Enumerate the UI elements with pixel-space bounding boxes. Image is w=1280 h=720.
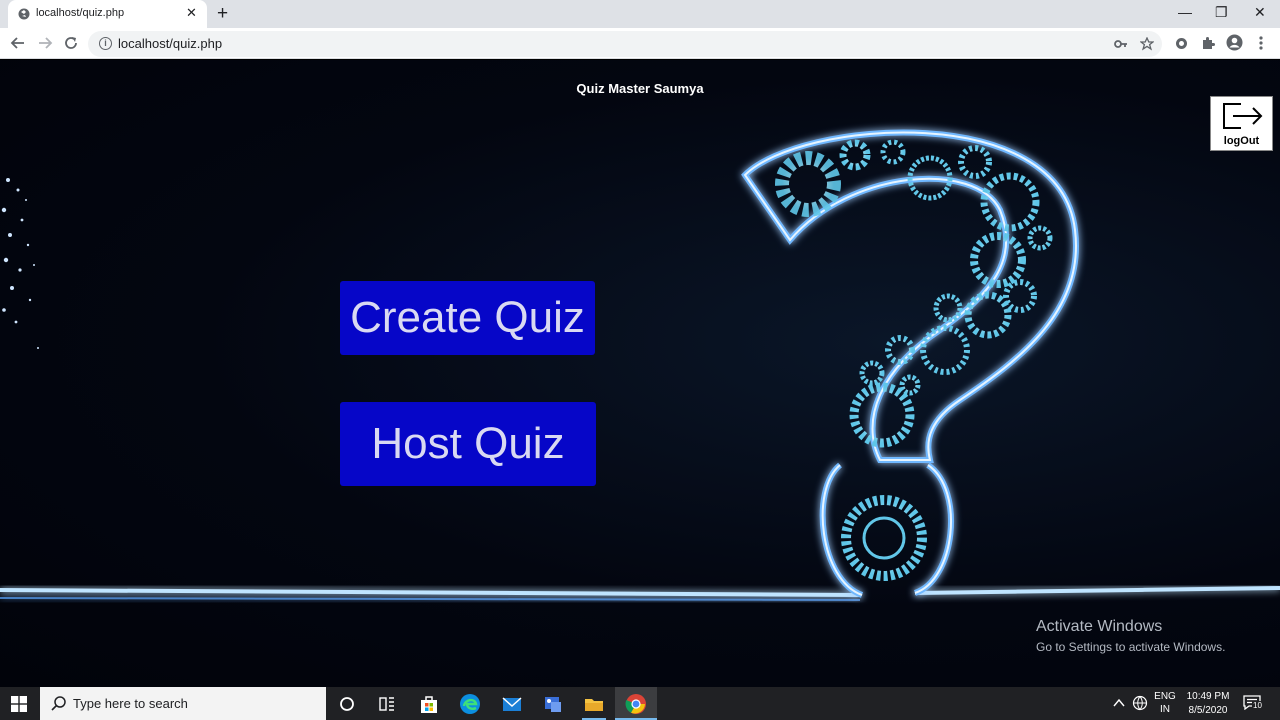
app-icon[interactable]: [541, 692, 565, 716]
browser-toolbar: i localhost/quiz.php: [0, 28, 1280, 59]
menu-icon[interactable]: [1257, 35, 1265, 51]
activate-subtitle: Go to Settings to activate Windows.: [1036, 640, 1226, 654]
windows-taskbar: Type here to search ENG IN 10:49 PM 8/5/…: [0, 687, 1280, 720]
info-icon[interactable]: i: [99, 37, 112, 50]
extensions-puzzle-icon[interactable]: [1201, 36, 1215, 50]
chrome-taskbar-button[interactable]: [615, 687, 657, 720]
store-icon[interactable]: [417, 692, 441, 716]
search-icon: [51, 696, 66, 711]
new-tab-button[interactable]: +: [217, 4, 228, 24]
tab-strip: localhost/quiz.php ✕ + — ❐ ✕: [0, 0, 1280, 28]
file-explorer-icon[interactable]: [582, 692, 606, 716]
chrome-icon: [625, 694, 646, 714]
question-mark-outline: [741, 129, 1080, 598]
mail-icon[interactable]: [500, 692, 524, 716]
cortana-icon[interactable]: [335, 692, 359, 716]
tab-favicon-icon: [18, 8, 30, 20]
windows-start-icon[interactable]: [11, 696, 27, 712]
page-title: Quiz Master Saumya: [576, 81, 704, 96]
extension-icon[interactable]: [1175, 37, 1188, 50]
restore-button[interactable]: ❐: [1215, 4, 1228, 20]
minimize-button[interactable]: —: [1178, 4, 1192, 20]
clock-time: 10:49 PM: [1186, 691, 1230, 702]
search-placeholder: Type here to search: [73, 696, 188, 711]
logout-button[interactable]: logOut: [1210, 96, 1273, 151]
network-icon[interactable]: [1132, 695, 1148, 711]
forward-icon[interactable]: [37, 35, 53, 51]
question-mark-background: [0, 129, 1280, 601]
host-quiz-button[interactable]: Host Quiz: [340, 402, 596, 486]
floor-light-line: [0, 586, 1280, 601]
edge-icon[interactable]: [458, 692, 482, 716]
tab-title: localhost/quiz.php: [36, 7, 125, 19]
task-view-icon[interactable]: [375, 692, 399, 716]
clock[interactable]: 10:49 PM 8/5/2020: [1183, 690, 1233, 718]
quiz-page: Quiz Master Saumya logOut Create Quiz Ho…: [0, 60, 1280, 687]
clock-date: 8/5/2020: [1188, 705, 1228, 716]
close-window-button[interactable]: ✕: [1254, 4, 1266, 20]
activate-windows-watermark: Activate Windows Go to Settings to activ…: [1036, 618, 1225, 654]
create-quiz-button[interactable]: Create Quiz: [340, 281, 595, 355]
key-icon[interactable]: [1114, 37, 1128, 51]
notification-count-badge: 10: [1252, 701, 1263, 711]
reload-icon[interactable]: [63, 35, 79, 51]
chevron-up-icon[interactable]: [1113, 698, 1125, 708]
taskbar-search[interactable]: Type here to search: [40, 687, 326, 720]
activate-title: Activate Windows: [1036, 618, 1163, 635]
back-icon[interactable]: [10, 35, 26, 51]
url-text[interactable]: localhost/quiz.php: [118, 36, 222, 51]
sparkles: [1, 178, 39, 349]
browser-tab[interactable]: localhost/quiz.php ✕: [8, 0, 207, 28]
region-code: IN: [1160, 704, 1170, 715]
notification-center-button[interactable]: 10: [1243, 694, 1267, 714]
profile-icon[interactable]: [1226, 34, 1243, 51]
logout-label: logOut: [1223, 135, 1260, 147]
star-icon[interactable]: [1140, 37, 1154, 51]
tab-close-button[interactable]: ✕: [186, 6, 197, 20]
language-code: ENG: [1154, 691, 1176, 702]
address-bar[interactable]: i localhost/quiz.php: [88, 31, 1162, 57]
language-indicator[interactable]: ENG IN: [1152, 690, 1178, 716]
logout-arrow-icon: [1223, 103, 1263, 129]
